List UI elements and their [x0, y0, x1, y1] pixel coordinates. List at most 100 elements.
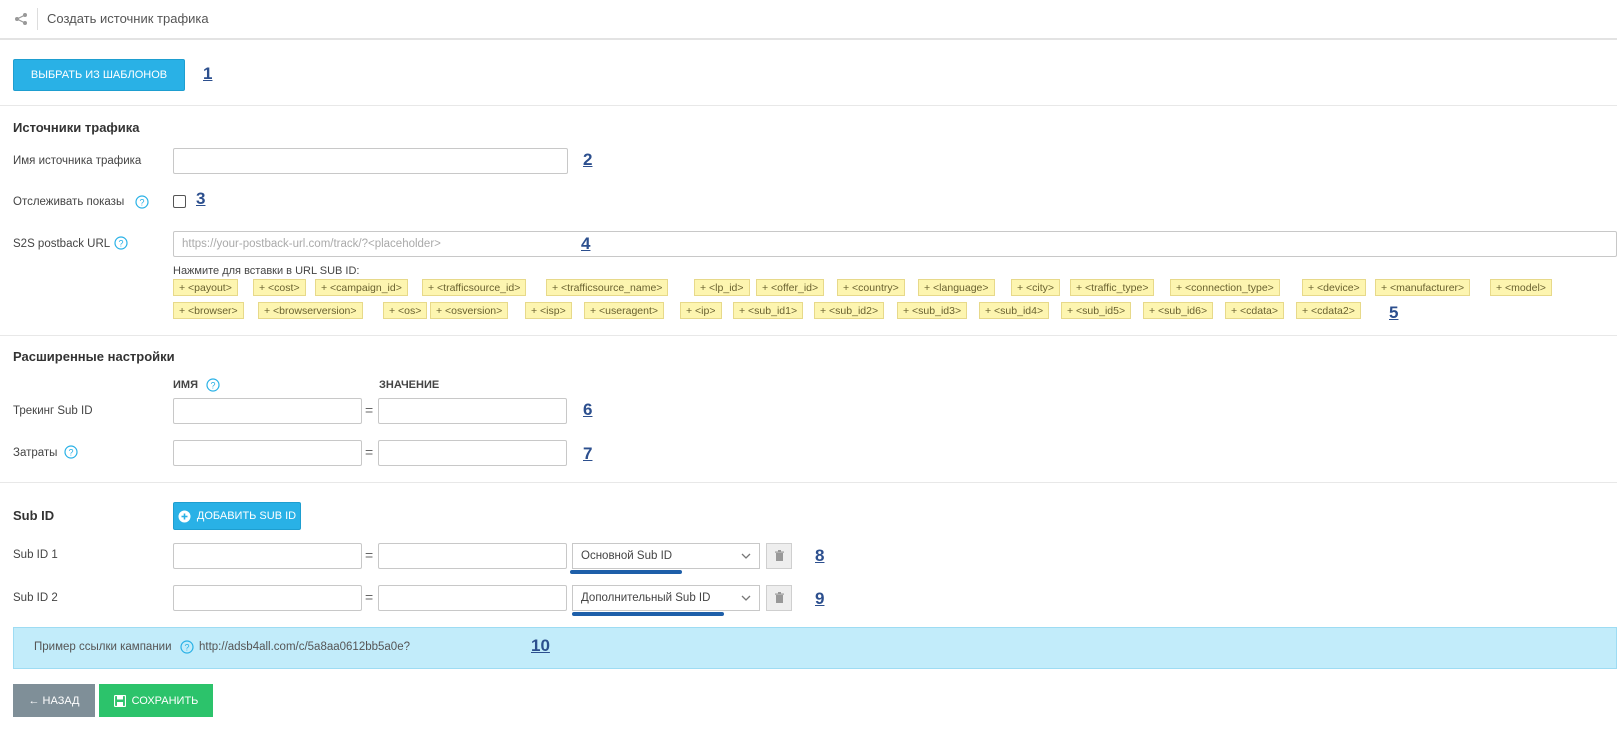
- token-chip[interactable]: + <useragent>: [584, 302, 665, 319]
- track-impressions-checkbox[interactable]: [173, 195, 186, 208]
- token-chip[interactable]: + <os>: [383, 302, 428, 319]
- token-chip[interactable]: + <manufacturer>: [1375, 279, 1471, 296]
- subid-2-value-input[interactable]: [378, 585, 567, 611]
- token-chip[interactable]: + <cost>: [253, 279, 306, 296]
- marker-8: 8: [815, 546, 825, 565]
- divider: [0, 335, 1617, 336]
- marker-2: 2: [583, 150, 593, 169]
- equals-sign: =: [365, 589, 374, 605]
- token-chip[interactable]: + <device>: [1302, 279, 1366, 296]
- token-chip[interactable]: + <browser>: [173, 302, 244, 319]
- subid-2-name-input[interactable]: [173, 585, 362, 611]
- plus-circle-icon: [178, 510, 191, 522]
- tracking-subid-value-input[interactable]: [378, 398, 567, 424]
- section-title-advanced: Расширенные настройки: [13, 349, 175, 364]
- token-chip[interactable]: + <isp>: [525, 302, 572, 319]
- help-icon[interactable]: ?: [206, 378, 220, 392]
- marker-7: 7: [583, 444, 593, 463]
- back-button[interactable]: ← НАЗАД: [13, 684, 95, 717]
- section-title-subid: Sub ID: [13, 508, 55, 523]
- svg-text:?: ?: [184, 643, 189, 653]
- token-chip[interactable]: + <ip>: [680, 302, 722, 319]
- marker-1: 1: [203, 64, 213, 83]
- postback-url-label: S2S postback URL: [13, 238, 111, 250]
- token-chip[interactable]: + <language>: [918, 279, 995, 296]
- token-chip[interactable]: + <model>: [1490, 279, 1552, 296]
- page-title: Создать источник трафика: [47, 11, 209, 26]
- token-chip[interactable]: + <city>: [1011, 279, 1061, 296]
- token-chip[interactable]: + <cdata>: [1225, 302, 1284, 319]
- campaign-example-url[interactable]: http://adsb4all.com/c/5a8aa0612bb5a0e?: [199, 641, 410, 653]
- column-header-value: ЗНАЧЕНИЕ: [379, 379, 440, 391]
- top-bar: [0, 0, 1617, 40]
- token-chip[interactable]: + <lp_id>: [694, 279, 750, 296]
- share-icon: [15, 13, 27, 25]
- token-chip[interactable]: + <sub_id2>: [814, 302, 885, 319]
- tokens-hint: Нажмите для вставки в URL SUB ID:: [173, 265, 360, 277]
- campaign-example-label: Пример ссылки кампании: [34, 641, 172, 653]
- token-chip[interactable]: + <trafficsource_id>: [422, 279, 527, 296]
- subid-1-type-select[interactable]: Основной Sub ID: [572, 543, 760, 569]
- token-chip[interactable]: + <sub_id3>: [897, 302, 968, 319]
- highlight-underline: [572, 612, 724, 616]
- marker-6: 6: [583, 400, 593, 419]
- delete-subid-2-button[interactable]: [766, 585, 792, 611]
- token-chip[interactable]: + <osversion>: [430, 302, 509, 319]
- tracking-subid-name-input[interactable]: [173, 398, 362, 424]
- subid-1-value-input[interactable]: [378, 543, 567, 569]
- svg-text:?: ?: [118, 239, 123, 249]
- help-icon[interactable]: ?: [64, 445, 78, 459]
- token-chip[interactable]: + <trafficsource_name>: [546, 279, 669, 296]
- equals-sign: =: [365, 402, 374, 418]
- add-subid-label: ДОБАВИТЬ SUB ID: [196, 510, 297, 522]
- costs-name-input[interactable]: [173, 440, 362, 466]
- token-chip[interactable]: + <sub_id6>: [1143, 302, 1214, 319]
- marker-5: 5: [1389, 303, 1399, 322]
- traffic-source-name-input[interactable]: [173, 148, 568, 174]
- marker-9: 9: [815, 589, 825, 608]
- tracking-subid-label: Трекинг Sub ID: [13, 405, 93, 417]
- svg-text:?: ?: [68, 448, 73, 458]
- token-chip[interactable]: + <connection_type>: [1170, 279, 1280, 296]
- trash-icon: [774, 550, 784, 561]
- token-chip[interactable]: + <offer_id>: [756, 279, 825, 296]
- trash-icon: [774, 592, 784, 603]
- save-label: СОХРАНИТЬ: [131, 694, 199, 707]
- equals-sign: =: [365, 444, 374, 460]
- help-icon[interactable]: ?: [135, 195, 149, 209]
- costs-label: Затраты: [13, 447, 58, 459]
- save-button[interactable]: СОХРАНИТЬ: [99, 684, 213, 717]
- help-icon[interactable]: ?: [180, 640, 194, 654]
- choose-template-button[interactable]: ВЫБРАТЬ ИЗ ШАБЛОНОВ: [13, 59, 185, 91]
- delete-subid-1-button[interactable]: [766, 543, 792, 569]
- svg-text:?: ?: [210, 381, 215, 391]
- equals-sign: =: [365, 547, 374, 563]
- chevron-down-icon: [741, 595, 751, 601]
- add-subid-button[interactable]: ДОБАВИТЬ SUB ID: [173, 502, 301, 530]
- column-header-name: ИМЯ: [173, 379, 198, 391]
- token-chip[interactable]: + <campaign_id>: [315, 279, 408, 296]
- subid-1-type-value: Основной Sub ID: [581, 550, 673, 562]
- chevron-down-icon: [741, 553, 751, 559]
- token-chip[interactable]: + <cdata2>: [1296, 302, 1361, 319]
- subid-1-label: Sub ID 1: [13, 549, 58, 561]
- track-impressions-label: Отслеживать показы: [13, 196, 125, 208]
- token-chip[interactable]: + <traffic_type>: [1070, 279, 1155, 296]
- topbar-divider: [37, 8, 38, 30]
- traffic-source-name-label: Имя источника трафика: [13, 155, 142, 167]
- token-chip[interactable]: + <country>: [837, 279, 905, 296]
- token-chip[interactable]: + <payout>: [173, 279, 238, 296]
- subid-1-name-input[interactable]: [173, 543, 362, 569]
- svg-text:?: ?: [139, 198, 144, 208]
- postback-url-input[interactable]: [173, 231, 1617, 257]
- marker-4: 4: [581, 234, 591, 253]
- marker-10: 10: [531, 636, 550, 655]
- token-chip[interactable]: + <sub_id1>: [733, 302, 804, 319]
- token-chip[interactable]: + <sub_id5>: [1061, 302, 1132, 319]
- help-icon[interactable]: ?: [114, 236, 128, 250]
- subid-2-type-select[interactable]: Дополнительный Sub ID: [572, 585, 760, 611]
- token-chip[interactable]: + <sub_id4>: [979, 302, 1050, 319]
- token-chip[interactable]: + <browserversion>: [258, 302, 363, 319]
- subid-2-type-value: Дополнительный Sub ID: [581, 592, 711, 604]
- costs-value-input[interactable]: [378, 440, 567, 466]
